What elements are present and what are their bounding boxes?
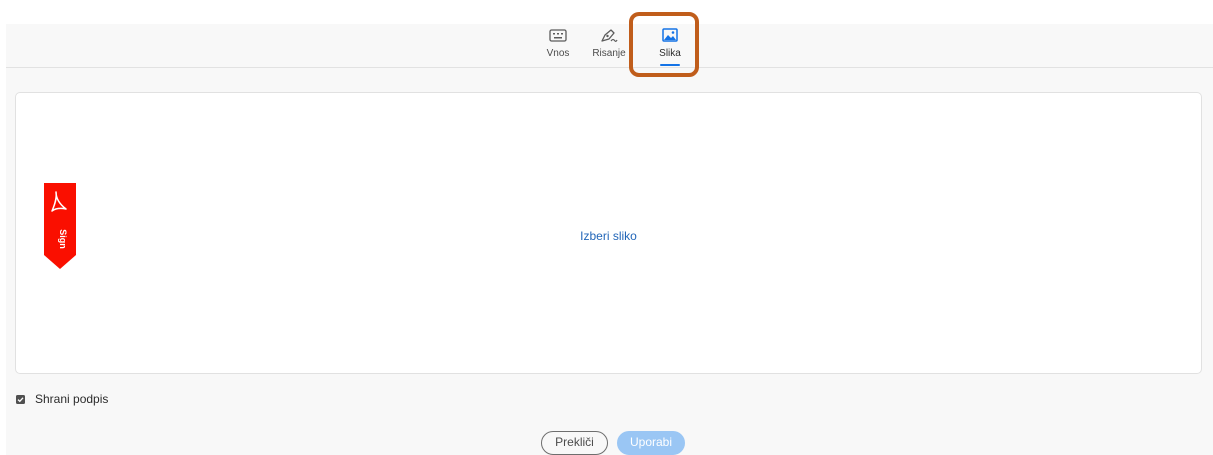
tab-image-label: Slika: [659, 48, 681, 59]
tab-draw[interactable]: Risanje: [589, 27, 629, 67]
apply-button[interactable]: Uporabi: [617, 431, 685, 455]
keyboard-icon: [549, 29, 567, 42]
image-icon: [662, 28, 678, 42]
tab-image[interactable]: Slika: [650, 27, 690, 67]
checkmark-icon: [17, 396, 24, 402]
cancel-button[interactable]: Prekliči: [541, 431, 608, 455]
active-tab-indicator: [660, 64, 680, 66]
signature-mode-tabs: Vnos Risanje Slika: [6, 24, 1213, 68]
save-signature-row[interactable]: Shrani podpis: [16, 391, 108, 407]
adobe-sign-ribbon-logo: Sign: [44, 183, 76, 269]
pen-draw-icon: [601, 29, 618, 42]
tab-type-label: Vnos: [546, 48, 570, 59]
choose-image-link[interactable]: Izberi sliko: [16, 229, 1201, 243]
save-signature-checkbox[interactable]: [16, 394, 25, 404]
image-drop-area[interactable]: Sign Izberi sliko: [15, 92, 1202, 374]
tab-type[interactable]: Vnos: [538, 27, 578, 67]
save-signature-label: Shrani podpis: [35, 392, 109, 406]
tab-draw-label: Risanje: [592, 48, 626, 59]
